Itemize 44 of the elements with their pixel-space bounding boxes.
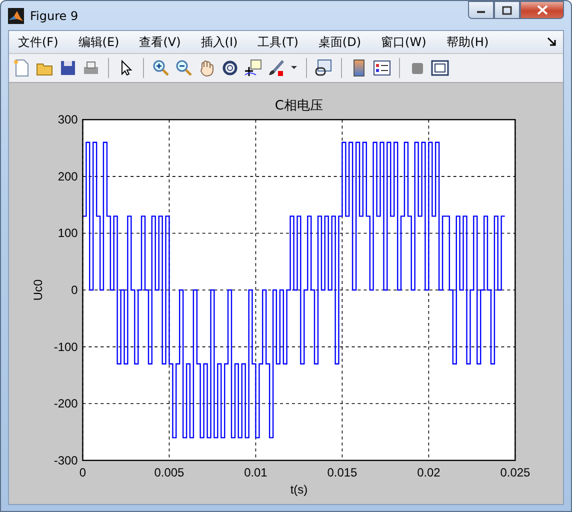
linked-plot-icon[interactable] bbox=[315, 59, 333, 77]
save-icon[interactable] bbox=[59, 59, 77, 77]
menu-item[interactable]: 窗口(W) bbox=[376, 32, 434, 52]
x-tick-label: 0.02 bbox=[417, 465, 440, 480]
y-tick-label: 100 bbox=[58, 226, 78, 240]
show-tools-icon[interactable] bbox=[431, 59, 449, 77]
y-tick-label: -300 bbox=[54, 453, 78, 468]
chart-title: C相电压 bbox=[274, 98, 323, 114]
y-tick-label: 200 bbox=[58, 169, 78, 184]
menu-item[interactable]: 帮助(H) bbox=[441, 32, 496, 52]
menu-item[interactable]: 工具(T) bbox=[252, 32, 306, 52]
menu-item[interactable]: 查看(V) bbox=[134, 32, 188, 52]
x-tick-label: 0.015 bbox=[327, 465, 358, 480]
window-title: Figure 9 bbox=[30, 8, 80, 22]
y-tick-label: 300 bbox=[58, 112, 78, 127]
y-tick-label: -200 bbox=[54, 396, 78, 411]
close-icon bbox=[536, 5, 548, 15]
y-tick-label: -100 bbox=[54, 340, 78, 354]
x-tick-label: 0.01 bbox=[244, 465, 268, 480]
y-axis-label: Uc0 bbox=[30, 279, 45, 301]
zoom-out-icon[interactable] bbox=[175, 59, 193, 77]
app-logo-icon bbox=[8, 8, 24, 24]
x-tick-label: 0.005 bbox=[154, 465, 184, 480]
hand-icon[interactable] bbox=[198, 59, 216, 77]
maximize-button[interactable] bbox=[494, 1, 520, 19]
legend-icon[interactable] bbox=[373, 59, 391, 77]
x-axis-label: t(s) bbox=[290, 482, 308, 496]
rotate-icon[interactable] bbox=[221, 59, 239, 77]
x-tick-label: 0.025 bbox=[500, 465, 530, 480]
maximize-icon bbox=[502, 6, 512, 14]
menu-item[interactable]: 文件(F) bbox=[13, 32, 66, 52]
zoom-in-icon[interactable] bbox=[152, 59, 170, 77]
menu-item[interactable]: 桌面(D) bbox=[313, 32, 368, 52]
printer-icon[interactable] bbox=[82, 59, 100, 77]
minimize-button[interactable] bbox=[468, 1, 494, 19]
x-tick-label: 0 bbox=[79, 465, 86, 480]
data-cursor-icon[interactable] bbox=[244, 59, 262, 77]
menu-item[interactable]: 插入(I) bbox=[196, 32, 245, 52]
new-file-icon[interactable] bbox=[13, 59, 31, 77]
dock-arrow-icon[interactable] bbox=[547, 37, 557, 47]
close-button[interactable] bbox=[520, 1, 564, 19]
y-tick-label: 0 bbox=[71, 283, 78, 297]
menu-item[interactable]: 编辑(E) bbox=[73, 32, 126, 52]
brush-icon[interactable] bbox=[267, 59, 285, 77]
